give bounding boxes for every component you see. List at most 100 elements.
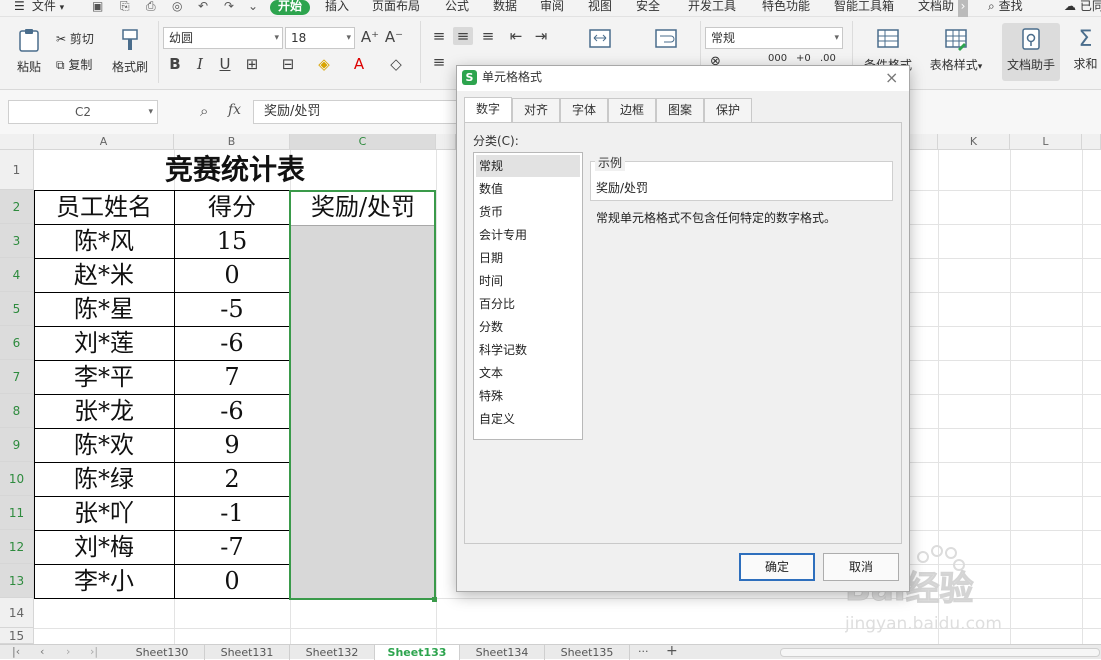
cell-score[interactable]: 9 <box>174 429 290 462</box>
tab-protection[interactable]: 保护 <box>704 98 752 122</box>
decimal-decrease-button[interactable]: .00 <box>820 53 836 64</box>
menu-tab-view[interactable]: 视图 <box>588 0 612 17</box>
row-header-4[interactable]: 4 <box>0 258 34 292</box>
tab-alignment[interactable]: 对齐 <box>512 98 560 122</box>
zoom-search-icon[interactable]: ⌕ <box>200 102 208 120</box>
row-header-3[interactable]: 3 <box>0 224 34 258</box>
sum-button[interactable]: Σ 求和 <box>1070 27 1101 72</box>
sheet-title[interactable]: 竞赛统计表 <box>34 152 436 188</box>
category-item[interactable]: 自定义 <box>476 408 580 430</box>
category-item[interactable]: 分数 <box>476 316 580 338</box>
cancel-button[interactable]: 取消 <box>823 553 899 581</box>
menu-tab-features[interactable]: 特色功能 <box>762 0 810 17</box>
column-header-a[interactable]: A <box>34 134 174 150</box>
cell-score[interactable]: -1 <box>174 497 290 530</box>
cell-score[interactable]: 7 <box>174 361 290 394</box>
wrap-text-button[interactable] <box>648 27 684 54</box>
more-chevron-icon[interactable]: ⌄ <box>248 0 258 17</box>
cell-score[interactable]: -6 <box>174 395 290 428</box>
category-list[interactable]: 常规 数值 货币 会计专用 日期 时间 百分比 分数 科学记数 文本 特殊 自定… <box>473 152 583 440</box>
increase-font-icon[interactable]: A⁺ <box>360 28 380 46</box>
column-header-m[interactable] <box>1082 134 1101 150</box>
row-header-11[interactable]: 11 <box>0 496 34 530</box>
sheet-tab[interactable]: Sheet130 <box>120 645 205 660</box>
row-header-7[interactable]: 7 <box>0 360 34 394</box>
menu-tab-toolbox[interactable]: 智能工具箱 <box>834 0 894 17</box>
column-header-b[interactable]: B <box>174 134 290 150</box>
cell-score[interactable]: 0 <box>174 259 290 292</box>
tab-number[interactable]: 数字 <box>464 97 512 123</box>
row-header-2[interactable]: 2 <box>0 190 34 224</box>
category-item-selected[interactable]: 常规 <box>476 155 580 177</box>
category-item[interactable]: 特殊 <box>476 385 580 407</box>
sheet-tab[interactable]: Sheet134 <box>460 645 545 660</box>
format-painter-button[interactable]: 格式刷 <box>108 27 152 75</box>
menu-tab-security[interactable]: 安全 <box>636 0 660 17</box>
cell-score[interactable]: -7 <box>174 531 290 564</box>
menu-tab-review[interactable]: 审阅 <box>540 0 564 17</box>
paste-button[interactable]: 粘贴 <box>12 27 46 75</box>
sheet-tab[interactable]: Sheet131 <box>205 645 290 660</box>
first-sheet-icon[interactable]: |‹ <box>12 645 20 658</box>
category-item[interactable]: 科学记数 <box>476 339 580 361</box>
column-header-k[interactable]: K <box>938 134 1010 150</box>
cell-name[interactable]: 陈*欢 <box>34 429 174 462</box>
menu-tab-insert[interactable]: 插入 <box>325 0 349 17</box>
last-sheet-icon[interactable]: ›| <box>90 645 98 658</box>
italic-icon[interactable]: I <box>190 55 210 73</box>
indent-decrease-icon[interactable]: ⇤ <box>506 27 526 45</box>
menu-tab-data[interactable]: 数据 <box>493 0 517 17</box>
category-item[interactable]: 日期 <box>476 247 580 269</box>
cell-name[interactable]: 张*龙 <box>34 395 174 428</box>
add-sheet-icon[interactable]: + <box>666 643 678 659</box>
column-header-d[interactable] <box>436 134 456 150</box>
eraser-icon[interactable]: ◇ <box>386 55 406 73</box>
row-header-5[interactable]: 5 <box>0 292 34 326</box>
undo-icon[interactable]: ↶ <box>198 0 208 17</box>
ok-button[interactable]: 确定 <box>739 553 815 581</box>
menu-tab-developer[interactable]: 开发工具 <box>688 0 736 17</box>
category-item[interactable]: 货币 <box>476 201 580 223</box>
bold-icon[interactable]: B <box>165 55 185 73</box>
underline-icon[interactable]: U <box>215 55 235 73</box>
cell-name[interactable]: 张*吖 <box>34 497 174 530</box>
column-header-j[interactable] <box>910 134 938 150</box>
sheet-tab[interactable]: Sheet135 <box>545 645 630 660</box>
header-cell-name[interactable]: 员工姓名 <box>34 191 174 224</box>
category-item[interactable]: 文本 <box>476 362 580 384</box>
cell-name[interactable]: 陈*风 <box>34 225 174 258</box>
font-size-combo[interactable]: 18 ▾ <box>285 27 355 49</box>
next-sheet-icon[interactable]: › <box>66 645 70 658</box>
header-cell-score[interactable]: 得分 <box>174 191 290 224</box>
merge-center-button[interactable] <box>582 27 618 54</box>
cell-score[interactable]: 2 <box>174 463 290 496</box>
redo-icon[interactable]: ↷ <box>224 0 234 17</box>
row-header-6[interactable]: 6 <box>0 326 34 360</box>
column-header-l[interactable]: L <box>1010 134 1082 150</box>
row-header-1[interactable]: 1 <box>0 150 34 190</box>
column-header-c[interactable]: C <box>290 134 436 150</box>
header-cell-reward[interactable]: 奖励/处罚 <box>290 191 436 224</box>
decrease-font-icon[interactable]: A⁻ <box>384 28 404 46</box>
more-sheets-button[interactable]: ··· <box>638 645 649 658</box>
cell-name[interactable]: 赵*米 <box>34 259 174 292</box>
number-format-combo[interactable]: 常规 ▾ <box>705 27 843 49</box>
close-icon[interactable]: × <box>885 66 898 89</box>
cut-button[interactable]: ✂ 剪切 <box>56 30 94 47</box>
menu-tab-home[interactable]: 开始 <box>270 0 311 15</box>
name-box[interactable]: C2 ▾ <box>8 100 158 124</box>
formula-input[interactable]: 奖励/处罚 <box>253 100 473 124</box>
menu-tab-formula[interactable]: 公式 <box>445 0 469 17</box>
menu-scroll-right-icon[interactable]: › <box>958 0 968 17</box>
row-header-12[interactable]: 12 <box>0 530 34 564</box>
fx-icon[interactable]: fx <box>228 102 241 118</box>
align-bottom-icon[interactable]: ≡ <box>478 27 498 45</box>
cell-name[interactable]: 刘*梅 <box>34 531 174 564</box>
cell-score[interactable]: -6 <box>174 327 290 360</box>
fill-color-icon[interactable]: ◈ <box>314 55 334 73</box>
copy-button[interactable]: ⧉ 复制 <box>56 56 92 73</box>
menu-file[interactable]: ☰ 文件 ▾ <box>14 0 64 17</box>
thousands-button[interactable]: 000 <box>768 53 787 64</box>
save-icon[interactable]: ▣ <box>92 0 103 17</box>
cell-score[interactable]: 0 <box>174 565 290 598</box>
